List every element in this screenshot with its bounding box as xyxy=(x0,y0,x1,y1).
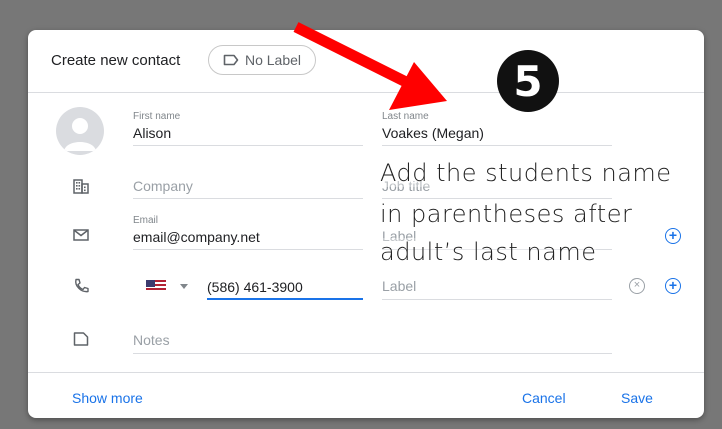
step-number-badge: 5 xyxy=(497,50,559,112)
annotation-line-1: Add the students name xyxy=(380,159,672,187)
annotation-line-2: in parentheses after xyxy=(380,200,633,228)
annotation-line-3: adult’s last name xyxy=(380,238,597,266)
